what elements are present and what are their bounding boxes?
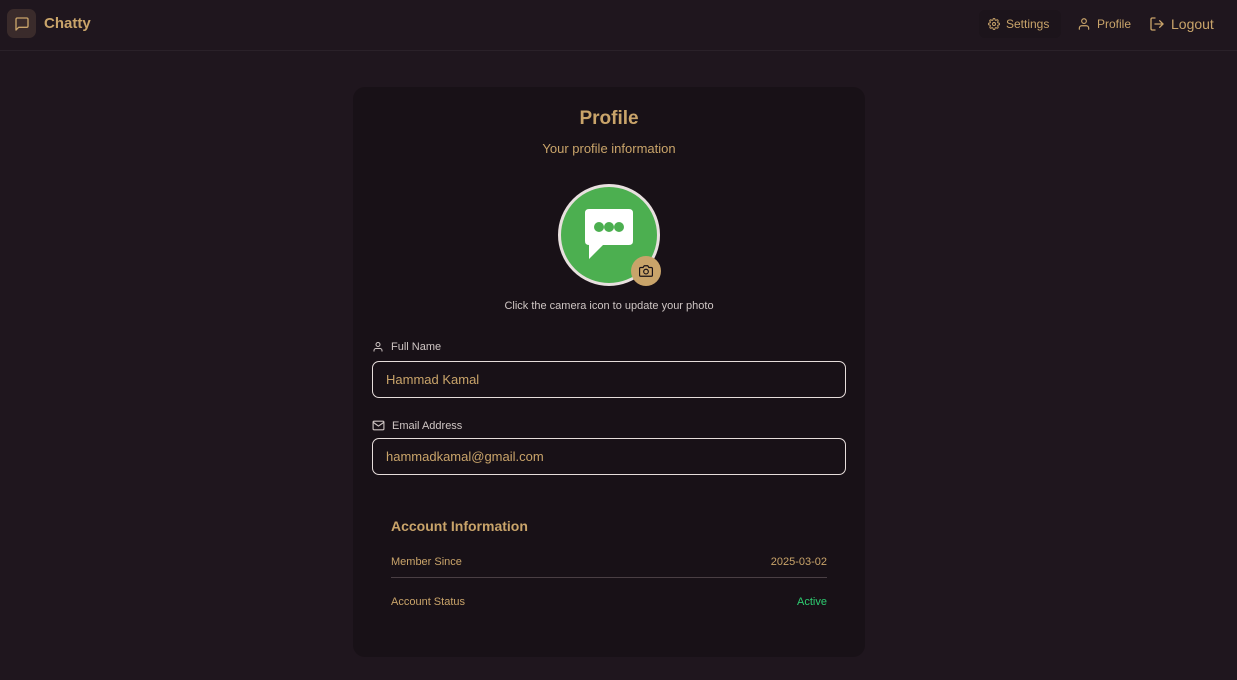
message-square-icon: [7, 9, 36, 38]
profile-label: Profile: [1097, 17, 1132, 31]
mail-icon: [372, 420, 385, 431]
settings-label: Settings: [1006, 17, 1050, 31]
page-title: Profile: [579, 108, 639, 129]
photo-hint: Click the camera icon to update your pho…: [504, 300, 714, 312]
user-icon: [1078, 18, 1090, 30]
logout-label: Logout: [1171, 16, 1214, 32]
user-icon: [373, 342, 383, 352]
full-name-label: Full Name: [372, 341, 441, 353]
chat-bubble-icon: [585, 209, 633, 259]
camera-button[interactable]: [631, 256, 661, 286]
member-since-value: 2025-03-02: [770, 556, 827, 568]
brand[interactable]: Chatty: [7, 9, 91, 38]
email-label: Email Address: [372, 419, 462, 432]
member-since-row: Member Since 2025-03-02: [391, 556, 827, 578]
brand-name: Chatty: [44, 15, 91, 32]
profile-card: Profile Your profile information Click t…: [353, 87, 865, 657]
full-name-field[interactable]: [372, 361, 846, 398]
logout-button[interactable]: Logout: [1140, 10, 1220, 38]
gear-icon: [988, 18, 1000, 30]
account-status-row: Account Status Active: [391, 596, 827, 608]
settings-button[interactable]: Settings: [979, 10, 1061, 38]
page-subtitle: Your profile information: [542, 141, 676, 156]
avatar-container: [558, 184, 661, 286]
camera-icon: [639, 265, 653, 277]
full-name-label-text: Full Name: [391, 341, 442, 353]
account-status-label: Account Status: [391, 596, 465, 608]
member-since-label: Member Since: [391, 556, 462, 568]
email-field[interactable]: [372, 438, 846, 475]
logout-icon: [1150, 17, 1164, 31]
email-label-text: Email Address: [392, 419, 463, 432]
status-badge: Active: [797, 596, 827, 608]
account-info-title: Account Information: [391, 518, 528, 534]
top-navbar: Chatty Settings Profile Logout: [0, 0, 1237, 51]
profile-button[interactable]: Profile: [1068, 10, 1140, 38]
